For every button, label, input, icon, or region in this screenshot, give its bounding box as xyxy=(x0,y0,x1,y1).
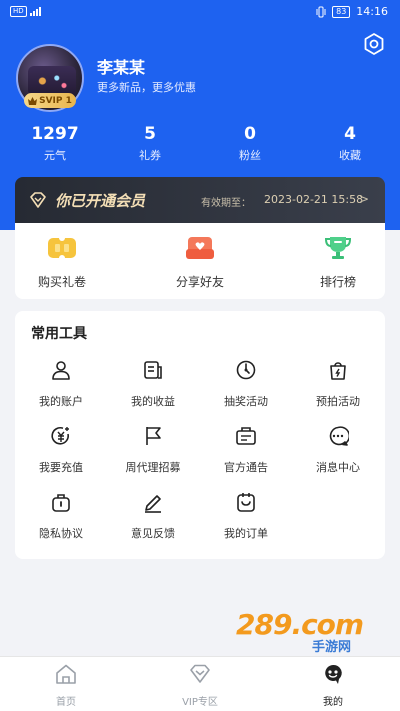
message-icon xyxy=(329,426,351,446)
quick-share-friends[interactable]: 分享好友 xyxy=(155,235,245,290)
tool-message-center[interactable]: 消息中心 xyxy=(292,425,384,475)
tools-card: 常用工具 我的账户 我的收益 抽奖活动 预拍活动 我要充值 周代理招募 官方通告… xyxy=(15,311,385,559)
tab-label: 我的 xyxy=(323,697,343,708)
tool-recharge[interactable]: 我要充值 xyxy=(15,425,107,475)
stat-fans[interactable]: 0 粉丝 xyxy=(200,124,300,163)
stat-value: 0 xyxy=(244,124,256,144)
user-name: 李某某 xyxy=(97,58,146,77)
recharge-icon xyxy=(51,427,69,445)
hd-icon: HD xyxy=(10,6,27,17)
svip-badge: SVIP 1 xyxy=(24,93,76,108)
stat-label: 粉丝 xyxy=(239,149,261,162)
stat-label: 收藏 xyxy=(339,149,361,162)
stat-value: 5 xyxy=(144,124,156,144)
privacy-icon xyxy=(52,494,70,512)
tool-lottery[interactable]: 抽奖活动 xyxy=(200,359,292,409)
tool-agent-recruit[interactable]: 周代理招募 xyxy=(107,425,199,475)
bag-icon xyxy=(330,362,346,380)
settings-icon[interactable] xyxy=(362,32,386,56)
stats-row: 1297 元气 5 礼券 0 粉丝 4 收藏 xyxy=(0,124,400,164)
vip-title: 你已开通会员 xyxy=(55,192,146,210)
share-icon xyxy=(186,237,214,259)
trophy-icon xyxy=(324,237,352,259)
stat-energy[interactable]: 1297 元气 xyxy=(5,124,105,163)
signal-icon xyxy=(29,7,41,16)
tool-label: 预拍活动 xyxy=(316,395,360,408)
lottery-icon xyxy=(236,360,256,380)
tool-label: 周代理招募 xyxy=(125,461,181,474)
vibrate-icon xyxy=(316,6,326,17)
order-icon xyxy=(237,493,255,512)
user-icon xyxy=(52,361,70,380)
tools-title: 常用工具 xyxy=(31,326,87,342)
quick-actions-card: 购买礼卷 分享好友 排行榜 xyxy=(15,223,385,299)
tool-announcements[interactable]: 官方通告 xyxy=(200,425,292,475)
quick-leaderboard[interactable]: 排行榜 xyxy=(293,235,383,290)
vip-expire-label: 有效期至： xyxy=(201,198,251,209)
tool-label: 消息中心 xyxy=(316,461,360,474)
tool-privacy[interactable]: 隐私协议 xyxy=(15,491,107,541)
quick-label: 分享好友 xyxy=(175,275,224,289)
diamond-icon xyxy=(30,192,46,208)
battery-indicator: 83 xyxy=(332,5,351,18)
tab-label: 首页 xyxy=(56,697,76,708)
status-bar: HD 83 14:16 xyxy=(0,0,400,24)
status-right: 83 14:16 xyxy=(316,5,388,18)
chevron-right-icon: > xyxy=(358,192,369,206)
site-watermark: 289.com 手游网 xyxy=(236,602,376,662)
svip-label: SVIP 1 xyxy=(39,95,72,106)
tool-presale[interactable]: 预拍活动 xyxy=(292,359,384,409)
earnings-icon xyxy=(144,361,162,379)
tool-label: 意见反馈 xyxy=(131,527,175,540)
tool-label: 抽奖活动 xyxy=(224,395,268,408)
quick-buy-coupon[interactable]: 购买礼卷 xyxy=(17,235,107,290)
vip-expire-date: 2023-02-21 15:58 xyxy=(264,193,364,206)
stat-value: 4 xyxy=(344,124,356,144)
stat-label: 元气 xyxy=(44,149,66,162)
tool-my-account[interactable]: 我的账户 xyxy=(15,359,107,409)
quick-label: 购买礼卷 xyxy=(37,275,86,289)
vip-icon xyxy=(190,664,210,683)
user-slogan: 更多新品，更多优惠 xyxy=(97,81,196,94)
home-icon xyxy=(56,664,76,684)
tab-vip[interactable]: VIP专区 xyxy=(160,663,240,708)
quick-label: 排行榜 xyxy=(319,275,356,289)
mine-icon xyxy=(325,664,342,684)
tool-label: 我的订单 xyxy=(224,527,268,540)
tab-home[interactable]: 首页 xyxy=(26,663,106,708)
feedback-icon xyxy=(145,495,161,513)
crown-icon xyxy=(28,96,38,105)
flag-icon xyxy=(146,427,161,445)
stat-favorites[interactable]: 4 收藏 xyxy=(300,124,400,163)
status-time: 14:16 xyxy=(356,5,388,18)
status-network: HD xyxy=(10,6,41,17)
vip-membership-bar[interactable]: 你已开通会员 有效期至： 2023-02-21 15:58 > xyxy=(15,177,385,223)
tab-label: VIP专区 xyxy=(182,697,218,708)
tool-my-earnings[interactable]: 我的收益 xyxy=(107,359,199,409)
tool-label: 官方通告 xyxy=(224,461,268,474)
bottom-tab-bar: 首页 VIP专区 我的 xyxy=(0,656,400,711)
notice-icon xyxy=(236,427,256,445)
tab-mine[interactable]: 我的 xyxy=(293,663,373,708)
tool-my-orders[interactable]: 我的订单 xyxy=(200,491,292,541)
tool-label: 我的账户 xyxy=(39,395,83,408)
tool-feedback[interactable]: 意见反馈 xyxy=(107,491,199,541)
tool-label: 我的收益 xyxy=(131,395,175,408)
stat-label: 礼券 xyxy=(139,149,161,162)
stat-value: 1297 xyxy=(31,124,79,144)
coupon-icon xyxy=(48,235,76,261)
watermark-sub: 手游网 xyxy=(312,640,352,655)
tool-label: 隐私协议 xyxy=(39,527,83,540)
stat-coupons[interactable]: 5 礼券 xyxy=(100,124,200,163)
tool-label: 我要充值 xyxy=(39,461,83,474)
